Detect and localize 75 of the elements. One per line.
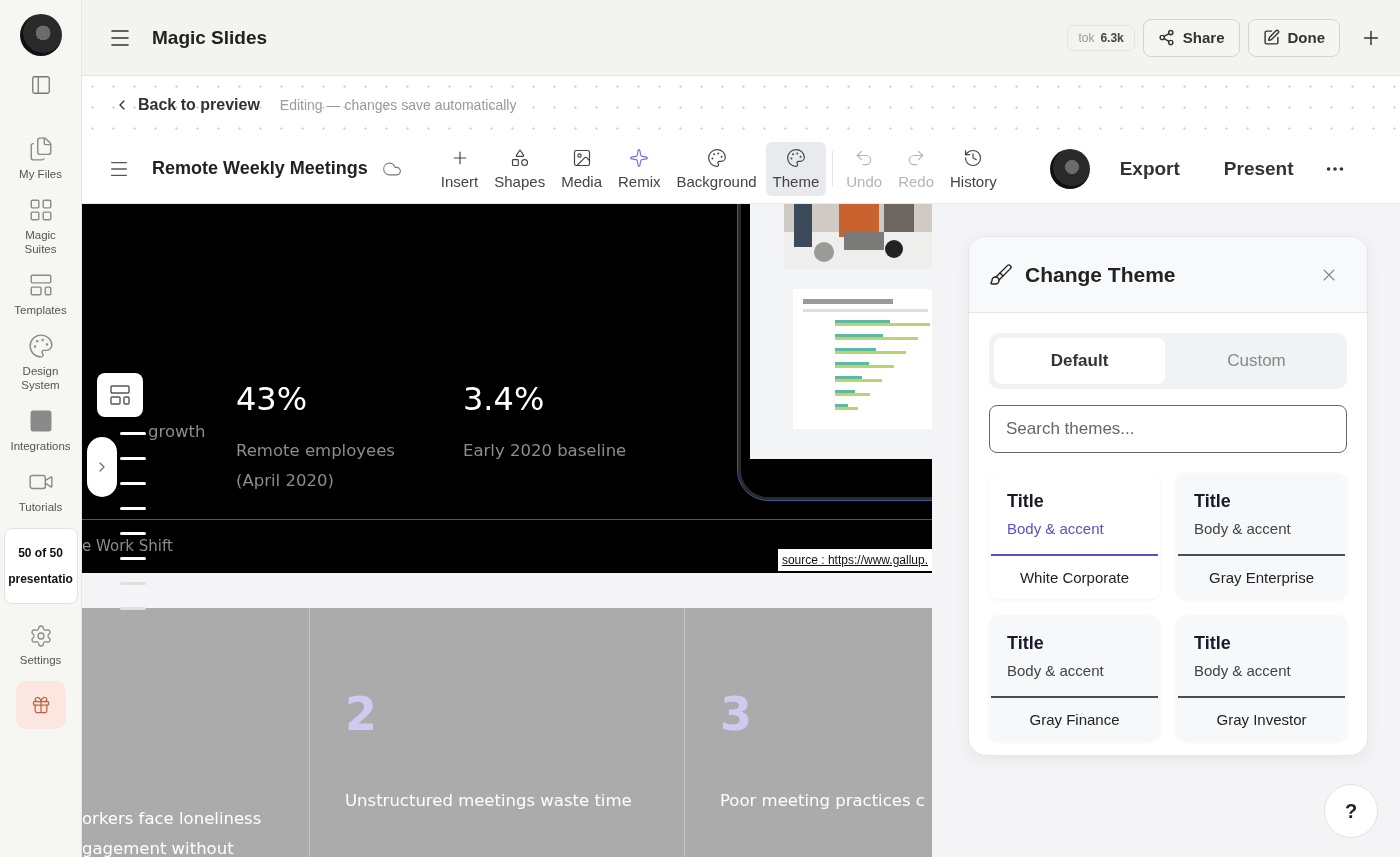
share-icon bbox=[1157, 29, 1175, 46]
user-avatar[interactable] bbox=[1049, 148, 1090, 189]
clock-icon bbox=[963, 147, 984, 168]
theme-name: Gray Enterprise bbox=[1207, 568, 1315, 588]
sidebar-item[interactable]: Templates bbox=[0, 272, 81, 317]
settings-icon bbox=[28, 624, 53, 648]
theme-body-sample: Body & accent bbox=[1007, 662, 1105, 679]
sidebar-item[interactable]: Magic Suites bbox=[0, 197, 81, 256]
theme-title-sample: Title bbox=[1194, 491, 1232, 512]
sidebar-item[interactable]: Design System bbox=[0, 333, 81, 392]
toolbar-button[interactable]: Background bbox=[669, 141, 764, 196]
search-field[interactable]: Search themes... bbox=[989, 405, 1347, 453]
toolbar-button[interactable]: History bbox=[943, 141, 1004, 196]
stat-label: Remote employees (April 2020) bbox=[236, 440, 396, 492]
sidebar-item[interactable]: My Files bbox=[0, 136, 81, 181]
palette-icon bbox=[785, 147, 806, 168]
column-text: Poor meeting practices c bbox=[720, 790, 926, 812]
theme-body-sample: Body & accent bbox=[1194, 662, 1292, 679]
column-text: orkers face loneliness gagement without bbox=[82, 808, 263, 857]
shapes-icon bbox=[509, 147, 530, 168]
token-badge: tok 6.3k bbox=[1067, 24, 1135, 51]
gift-button[interactable] bbox=[15, 681, 66, 729]
step-number: 2 bbox=[345, 686, 378, 743]
back-link[interactable]: Back to preview bbox=[114, 96, 260, 114]
image-icon bbox=[571, 147, 592, 168]
toolbar-button[interactable]: Theme bbox=[765, 141, 827, 196]
stat-label: Early 2020 baseline bbox=[463, 440, 628, 462]
theme-card[interactable]: Title Body & accent White Corporate bbox=[989, 473, 1160, 599]
theme-name: White Corporate bbox=[1018, 568, 1131, 588]
theme-title-sample: Title bbox=[1007, 633, 1045, 654]
app-title: Magic Slides bbox=[152, 26, 269, 49]
stat-label: growth bbox=[148, 421, 207, 443]
toolbar-button[interactable]: Remix bbox=[611, 141, 668, 196]
sparkle-icon bbox=[629, 147, 650, 168]
theme-card[interactable]: Title Body & accent Gray Investor bbox=[1176, 615, 1347, 741]
done-button[interactable]: Done bbox=[1247, 18, 1340, 57]
save-status: Editing — changes save automatically bbox=[279, 97, 517, 113]
stat-value: 3.4% bbox=[463, 380, 546, 418]
share-button[interactable]: Share bbox=[1142, 18, 1240, 57]
column-text: Unstructured meetings waste time bbox=[345, 790, 633, 812]
theme-card[interactable]: Title Body & accent Gray Finance bbox=[989, 615, 1160, 741]
sidebar-item[interactable]: Integrations bbox=[0, 408, 81, 453]
toolbar-button[interactable]: Insert bbox=[433, 141, 486, 196]
sidebar-item[interactable]: Tutorials bbox=[0, 469, 81, 514]
usage-card: 50 of 50 presentatio bbox=[3, 528, 78, 604]
source-link[interactable]: source : https://www.gallup. bbox=[777, 549, 932, 571]
slide-footer: e Work Shift bbox=[82, 536, 173, 555]
expand-button[interactable] bbox=[87, 437, 117, 497]
brush-icon bbox=[989, 262, 1013, 287]
palette-icon bbox=[706, 147, 727, 168]
theme-body-sample: Body & accent bbox=[1194, 520, 1292, 537]
present-button[interactable]: Present bbox=[1201, 157, 1316, 180]
theme-title-sample: Title bbox=[1007, 491, 1045, 512]
sidebar-item[interactable]: Settings bbox=[0, 624, 81, 667]
theme-title-sample: Title bbox=[1194, 633, 1232, 654]
export-button[interactable]: Export bbox=[1097, 157, 1202, 180]
theme-name: Gray Finance bbox=[1028, 710, 1121, 730]
theme-name: Gray Investor bbox=[1215, 710, 1308, 730]
layout-button[interactable] bbox=[97, 373, 143, 417]
document-title[interactable]: Remote Weekly Meetings bbox=[152, 158, 368, 179]
user-avatar[interactable] bbox=[19, 14, 62, 56]
theme-card[interactable]: Title Body & accent Gray Enterprise bbox=[1176, 473, 1347, 599]
sidebar-toggle-icon[interactable] bbox=[29, 74, 52, 96]
gift-icon bbox=[30, 695, 51, 715]
step-number: 3 bbox=[720, 686, 753, 743]
theme-body-sample: Body & accent bbox=[1007, 520, 1105, 537]
panel-title: Change Theme bbox=[1025, 262, 1177, 287]
layout-icon bbox=[108, 383, 132, 407]
toolbar-button[interactable]: Shapes bbox=[487, 141, 553, 196]
pen-icon bbox=[1262, 29, 1280, 46]
stat-value: 43% bbox=[236, 380, 309, 418]
tab[interactable]: Default bbox=[994, 338, 1165, 384]
toolbar-button[interactable]: Media bbox=[554, 141, 609, 196]
help-button[interactable]: ? bbox=[1324, 784, 1378, 838]
palette-icon bbox=[27, 333, 54, 359]
